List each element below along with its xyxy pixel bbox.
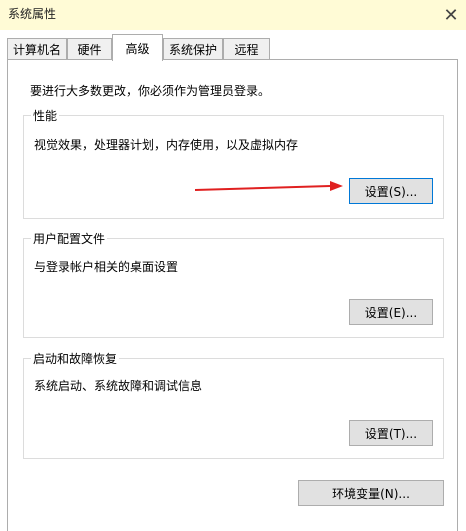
tab-label: 计算机名	[12, 42, 61, 57]
performance-description: 视觉效果，处理器计划，内存使用，以及虚拟内存	[34, 138, 299, 152]
environment-variables-button[interactable]: 环境变量(N)...	[298, 480, 444, 506]
performance-group: 性能 视觉效果，处理器计划，内存使用，以及虚拟内存 设置(S)...	[23, 107, 444, 219]
tab-label: 远程	[234, 42, 259, 57]
title-bar: 系统属性 ✕	[0, 0, 466, 30]
close-icon[interactable]: ✕	[436, 0, 466, 30]
user-profiles-settings-button[interactable]: 设置(E)...	[349, 299, 433, 325]
user-profiles-group-title: 用户配置文件	[31, 230, 108, 247]
tab-label: 系统保护	[168, 42, 217, 57]
tab-remote[interactable]: 远程	[223, 38, 270, 59]
startup-recovery-description: 系统启动、系统故障和调试信息	[34, 379, 203, 393]
tab-strip: 计算机名 硬件 高级 系统保护 远程	[0, 30, 466, 61]
startup-recovery-group: 启动和故障恢复 系统启动、系统故障和调试信息 设置(T)...	[23, 350, 444, 459]
admin-notice: 要进行大多数更改，你必须作为管理员登录。	[30, 84, 271, 98]
red-arrow-annotation	[195, 181, 343, 191]
startup-recovery-group-title: 启动和故障恢复	[31, 350, 120, 367]
window-title: 系统属性	[8, 7, 57, 21]
performance-group-title: 性能	[31, 107, 60, 124]
performance-settings-button[interactable]: 设置(S)...	[349, 178, 433, 204]
tab-computer-name[interactable]: 计算机名	[7, 38, 67, 59]
user-profiles-group: 用户配置文件 与登录帐户相关的桌面设置 设置(E)...	[23, 230, 444, 338]
tab-label: 硬件	[77, 42, 102, 57]
tab-system-protection[interactable]: 系统保护	[163, 38, 223, 59]
tab-advanced[interactable]: 高级	[112, 34, 163, 61]
user-profiles-description: 与登录帐户相关的桌面设置	[34, 260, 179, 274]
tab-hardware[interactable]: 硬件	[67, 38, 112, 59]
startup-recovery-settings-button[interactable]: 设置(T)...	[349, 420, 433, 446]
tab-label: 高级	[125, 41, 150, 56]
